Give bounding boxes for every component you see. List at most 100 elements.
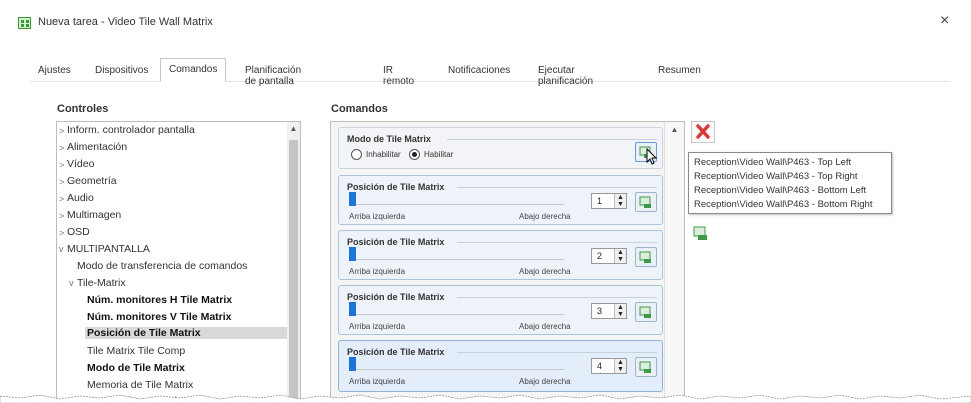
spin-arrows-icon[interactable]: ▲ ▼ — [614, 194, 626, 208]
spin-arrows-icon[interactable]: ▲ ▼ — [614, 249, 626, 263]
slider-max-label: Abajo derecha — [519, 322, 571, 331]
send-to-display-icon — [693, 226, 707, 240]
scroll-up-icon[interactable]: ▲ — [287, 124, 300, 133]
position-spinbox[interactable]: 1 ▲ ▼ — [591, 193, 627, 209]
position-spinbox[interactable]: 3 ▲ ▼ — [591, 303, 627, 319]
divider — [457, 242, 657, 243]
position-command-title: Posición de Tile Matrix — [347, 292, 445, 302]
radio-habilitar-label: Habilitar — [424, 150, 454, 159]
position-spinbox[interactable]: 4 ▲ ▼ — [591, 358, 627, 374]
tree-item[interactable]: Núm. monitores H Tile Matrix — [87, 294, 232, 306]
tree-item[interactable]: Modo de transferencia de comandos — [77, 260, 247, 272]
send-button[interactable] — [635, 302, 657, 322]
spin-arrows-icon[interactable]: ▲ ▼ — [614, 359, 626, 373]
tab-planificacion-pantalla[interactable]: Planificación de pantalla — [245, 60, 301, 87]
expand-arrow-icon[interactable]: > — [59, 228, 64, 238]
expand-arrow-icon[interactable]: > — [59, 126, 64, 136]
slider-min-label: Arriba izquierda — [349, 267, 406, 276]
tree-item[interactable]: Inform. controlador pantalla — [67, 124, 195, 136]
controls-scrollbar[interactable]: ▲ — [287, 122, 300, 403]
position-command-title: Posición de Tile Matrix — [347, 182, 445, 192]
send-button[interactable] — [635, 192, 657, 212]
tree-item[interactable]: Multimagen — [67, 209, 121, 221]
send-all-button[interactable] — [691, 224, 715, 244]
expand-arrow-icon[interactable]: > — [59, 194, 64, 204]
slider-track[interactable] — [349, 204, 564, 205]
position-spinbox[interactable]: 2 ▲ ▼ — [591, 248, 627, 264]
position-slider-thumb[interactable] — [349, 302, 356, 316]
divider — [457, 187, 657, 188]
tile-matrix-app-icon — [18, 17, 31, 29]
tab-ir-remoto[interactable]: IR remoto — [383, 60, 414, 87]
tree-item[interactable]: Vídeo — [67, 158, 94, 170]
tab-ejecutar-planificacion[interactable]: Ejecutar planificación — [538, 60, 593, 87]
tab-notificaciones[interactable]: Notificaciones — [448, 60, 510, 82]
collapse-arrow-icon[interactable]: v — [69, 278, 74, 288]
collapse-arrow-icon[interactable]: v — [59, 244, 64, 254]
radio-inhabilitar-label: Inhabilitar — [366, 150, 401, 159]
tree-item[interactable]: MULTIPANTALLA — [67, 243, 150, 255]
controls-tree[interactable]: > Inform. controlador pantalla > Aliment… — [56, 121, 301, 403]
radio-habilitar[interactable] — [409, 149, 420, 160]
scrollbar-thumb[interactable] — [289, 140, 298, 402]
close-button[interactable]: × — [940, 12, 949, 30]
divider — [457, 297, 657, 298]
radio-inhabilitar[interactable] — [351, 149, 362, 160]
expand-arrow-icon[interactable]: > — [59, 211, 64, 221]
position-value: 3 — [597, 306, 603, 316]
tree-item[interactable]: Audio — [67, 192, 94, 204]
tab-resumen[interactable]: Resumen — [658, 60, 701, 82]
title-bar: Nueva tarea - Video Tile Wall Matrix × — [0, 0, 971, 40]
tab-comandos[interactable]: Comandos — [160, 58, 227, 82]
tree-item[interactable]: Tile Matrix Tile Comp — [87, 345, 185, 357]
delete-button[interactable] — [691, 121, 715, 143]
controls-heading: Controles — [57, 103, 109, 115]
tooltip-line: Reception\Video Wall\P463 - Top Left — [694, 157, 852, 168]
commands-scrollbar[interactable]: ▲ — [664, 122, 684, 403]
send-button[interactable] — [635, 357, 657, 377]
tooltip-line: Reception\Video Wall\P463 - Bottom Right — [694, 199, 873, 210]
slider-min-label: Arriba izquierda — [349, 212, 406, 221]
expand-arrow-icon[interactable]: > — [59, 177, 64, 187]
send-to-display-icon — [639, 196, 651, 208]
tree-item[interactable]: Tile-Matrix — [77, 277, 126, 289]
red-x-icon — [696, 124, 710, 139]
slider-max-label: Abajo derecha — [519, 377, 571, 386]
divider — [457, 352, 657, 353]
tab-dispositivos[interactable]: Dispositivos — [95, 60, 148, 82]
position-value: 4 — [597, 361, 603, 371]
tab-ajustes[interactable]: Ajustes — [38, 60, 71, 82]
divider — [447, 139, 657, 140]
tree-item[interactable]: Núm. monitores V Tile Matrix — [87, 311, 232, 323]
tooltip-line: Reception\Video Wall\P463 - Top Right — [694, 171, 858, 182]
position-slider-thumb[interactable] — [349, 357, 356, 371]
targets-tooltip: Reception\Video Wall\P463 - Top Left Rec… — [688, 152, 892, 214]
position-slider-thumb[interactable] — [349, 247, 356, 261]
tree-item[interactable]: OSD — [67, 226, 90, 238]
position-slider-thumb[interactable] — [349, 192, 356, 206]
tree-item[interactable]: Modo de Tile Matrix — [87, 362, 185, 374]
expand-arrow-icon[interactable]: > — [59, 160, 64, 170]
torn-edge-decoration — [0, 394, 971, 403]
scroll-up-icon[interactable]: ▲ — [668, 125, 681, 134]
expand-arrow-icon[interactable]: > — [59, 143, 64, 153]
slider-min-label: Arriba izquierda — [349, 322, 406, 331]
spin-arrows-icon[interactable]: ▲ ▼ — [614, 304, 626, 318]
slider-track[interactable] — [349, 314, 564, 315]
send-to-display-icon — [639, 361, 651, 373]
send-to-display-icon — [639, 251, 651, 263]
tooltip-line: Reception\Video Wall\P463 - Bottom Left — [694, 185, 867, 196]
position-command-title: Posición de Tile Matrix — [347, 237, 445, 247]
position-command-box: Posición de Tile Matrix Arriba izquierda… — [338, 340, 663, 392]
tree-item-selected[interactable]: Posición de Tile Matrix — [85, 327, 300, 339]
slider-track[interactable] — [349, 259, 564, 260]
slider-track[interactable] — [349, 369, 564, 370]
position-command-title: Posición de Tile Matrix — [347, 347, 445, 357]
commands-heading: Comandos — [331, 103, 388, 115]
tree-item[interactable]: Alimentación — [67, 141, 127, 153]
position-command-box: Posición de Tile Matrix Arriba izquierda… — [338, 230, 663, 280]
tree-item[interactable]: Geometría — [67, 175, 117, 187]
send-button[interactable] — [635, 247, 657, 267]
tree-item[interactable]: Memoria de Tile Matrix — [87, 379, 193, 391]
position-command-box: Posición de Tile Matrix Arriba izquierda… — [338, 175, 663, 225]
